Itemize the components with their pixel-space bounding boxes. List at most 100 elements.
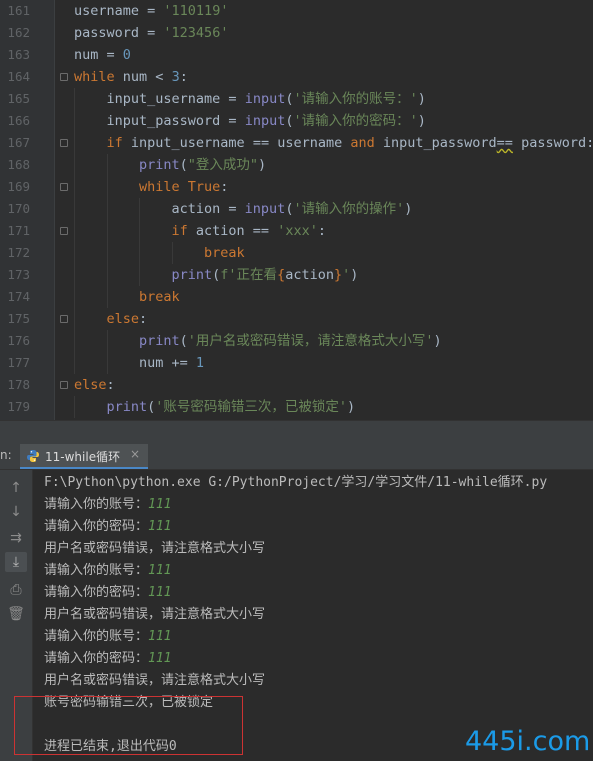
code-token: ) bbox=[417, 113, 426, 129]
code-token: ( bbox=[179, 157, 188, 173]
code-line[interactable]: 165 input_username = input('请输入你的账号：') bbox=[0, 88, 593, 110]
code-token: 'xxx' bbox=[277, 223, 318, 239]
trash-icon[interactable]: 🗑 bbox=[5, 604, 27, 624]
code-token: = bbox=[228, 201, 245, 217]
code-text: num = 0 bbox=[74, 44, 131, 66]
code-token: input_username bbox=[130, 135, 253, 151]
code-token: : bbox=[139, 311, 148, 327]
code-token: break bbox=[204, 245, 245, 261]
console-line: 请输入你的密码：111 bbox=[44, 582, 172, 604]
code-text: while num < 3: bbox=[74, 66, 188, 88]
indent-guide bbox=[106, 220, 108, 242]
indent-guide bbox=[106, 176, 108, 198]
code-line[interactable]: 178 else: bbox=[0, 374, 593, 396]
code-token: f'正在看 bbox=[220, 267, 278, 283]
code-token: = bbox=[228, 113, 245, 129]
scroll-to-end-icon[interactable]: ⤓ bbox=[5, 552, 27, 572]
line-number: 167 bbox=[7, 135, 30, 150]
indent-guide bbox=[74, 330, 75, 352]
indent-guide bbox=[74, 132, 75, 154]
console-text: 请输入你的密码： bbox=[44, 585, 149, 600]
scroll-down-icon[interactable]: ↓ bbox=[5, 502, 27, 522]
code-line[interactable]: 164 while num < 3: bbox=[0, 66, 593, 88]
code-line[interactable]: 171 if action == 'xxx': bbox=[0, 220, 593, 242]
fold-marker-icon[interactable] bbox=[60, 139, 68, 147]
code-token: and bbox=[350, 135, 383, 151]
console-line: F:\Python\python.exe G:/PythonProject/学习… bbox=[44, 472, 547, 494]
console-line: 请输入你的账号：111 bbox=[44, 494, 172, 516]
code-line[interactable]: 174 break bbox=[0, 286, 593, 308]
soft-wrap-icon[interactable]: ⇉ bbox=[5, 528, 27, 548]
line-number: 178 bbox=[7, 377, 30, 392]
code-token: '请输入你的操作' bbox=[293, 201, 405, 217]
fold-marker-icon[interactable] bbox=[60, 73, 68, 81]
code-token: action bbox=[171, 201, 229, 217]
code-token: ) bbox=[350, 267, 359, 283]
code-line[interactable]: 175 else: bbox=[0, 308, 593, 330]
console-text: 用户名或密码错误，请注意格式大小写 bbox=[44, 541, 266, 556]
code-line[interactable]: 168 print("登入成功") bbox=[0, 154, 593, 176]
indent-guide bbox=[74, 154, 75, 176]
code-text: else: bbox=[107, 308, 148, 330]
print-icon[interactable]: ⎙ bbox=[5, 580, 27, 600]
code-editor[interactable]: 161 username = '110119' 162 password = '123… bbox=[0, 0, 593, 420]
line-number: 170 bbox=[7, 201, 30, 216]
line-number: 179 bbox=[7, 399, 30, 414]
watermark: 445i.com bbox=[465, 726, 591, 757]
indent-guide bbox=[106, 154, 108, 176]
code-line[interactable]: 173 print(f'正在看{action}') bbox=[0, 264, 593, 286]
code-token: input_password bbox=[106, 113, 229, 129]
line-number: 175 bbox=[7, 311, 30, 326]
indent-guide bbox=[74, 396, 75, 418]
code-line[interactable]: 161 username = '110119' bbox=[0, 0, 593, 22]
code-token: username bbox=[277, 135, 351, 151]
code-line[interactable]: 170 action = input('请输入你的操作') bbox=[0, 198, 593, 220]
console-line: 请输入你的密码：111 bbox=[44, 516, 172, 538]
line-number: 165 bbox=[7, 91, 30, 106]
code-line[interactable]: 177 num += 1 bbox=[0, 352, 593, 374]
indent-guide bbox=[74, 220, 75, 242]
fold-marker-icon[interactable] bbox=[60, 227, 68, 235]
tab-close-icon[interactable]: × bbox=[130, 447, 140, 461]
code-text: else: bbox=[74, 374, 115, 396]
code-line[interactable]: 176 print('用户名或密码错误，请注意格式大小写') bbox=[0, 330, 593, 352]
code-token: += bbox=[171, 355, 196, 371]
line-number: 168 bbox=[7, 157, 30, 172]
code-token: ) bbox=[417, 91, 426, 107]
code-token: '用户名或密码错误，请注意格式大小写' bbox=[187, 333, 434, 349]
console-text: 用户名或密码错误，请注意格式大小写 bbox=[44, 607, 266, 622]
code-line[interactable]: 167 if input_username == username and inp… bbox=[0, 132, 593, 154]
code-token: = bbox=[228, 91, 245, 107]
code-line[interactable]: 163 num = 0 bbox=[0, 44, 593, 66]
console-line: 用户名或密码错误，请注意格式大小写 bbox=[44, 538, 265, 560]
code-token: : bbox=[179, 69, 188, 85]
console-text: 用户名或密码错误，请注意格式大小写 bbox=[44, 673, 266, 688]
line-number: 174 bbox=[7, 289, 30, 304]
rerun-up-icon[interactable]: ↑ bbox=[5, 478, 27, 498]
fold-marker-icon[interactable] bbox=[60, 315, 68, 323]
line-number: 163 bbox=[7, 47, 30, 62]
code-token: == bbox=[252, 135, 278, 151]
console-text: 请输入你的账号： bbox=[44, 563, 149, 578]
code-text: break bbox=[204, 242, 245, 264]
code-token: action bbox=[195, 223, 253, 239]
code-token: : bbox=[220, 179, 229, 195]
code-line[interactable]: 169 while True: bbox=[0, 176, 593, 198]
line-number: 169 bbox=[7, 179, 30, 194]
console-text: F:\Python\python.exe G:/PythonProject/学习… bbox=[44, 475, 548, 490]
code-line[interactable]: 162 password = '123456' bbox=[0, 22, 593, 44]
console-user-input: 111 bbox=[148, 585, 172, 600]
fold-marker-icon[interactable] bbox=[60, 381, 68, 389]
code-line[interactable]: 166 input_password = input('请输入你的密码：') bbox=[0, 110, 593, 132]
code-token: input_username bbox=[106, 91, 229, 107]
console-user-input: 111 bbox=[148, 651, 172, 666]
code-line[interactable]: 179 print('账号密码输错三次，已被锁定') bbox=[0, 396, 593, 418]
indent-guide bbox=[74, 264, 75, 286]
fold-marker-icon[interactable] bbox=[60, 183, 68, 191]
code-token: print bbox=[171, 267, 213, 283]
line-number: 172 bbox=[7, 245, 30, 260]
code-text: print("登入成功") bbox=[139, 154, 266, 176]
code-line[interactable]: 172 break bbox=[0, 242, 593, 264]
code-token: < bbox=[155, 69, 172, 85]
tab-run-configuration[interactable]: 11-while循环 × bbox=[20, 444, 148, 469]
